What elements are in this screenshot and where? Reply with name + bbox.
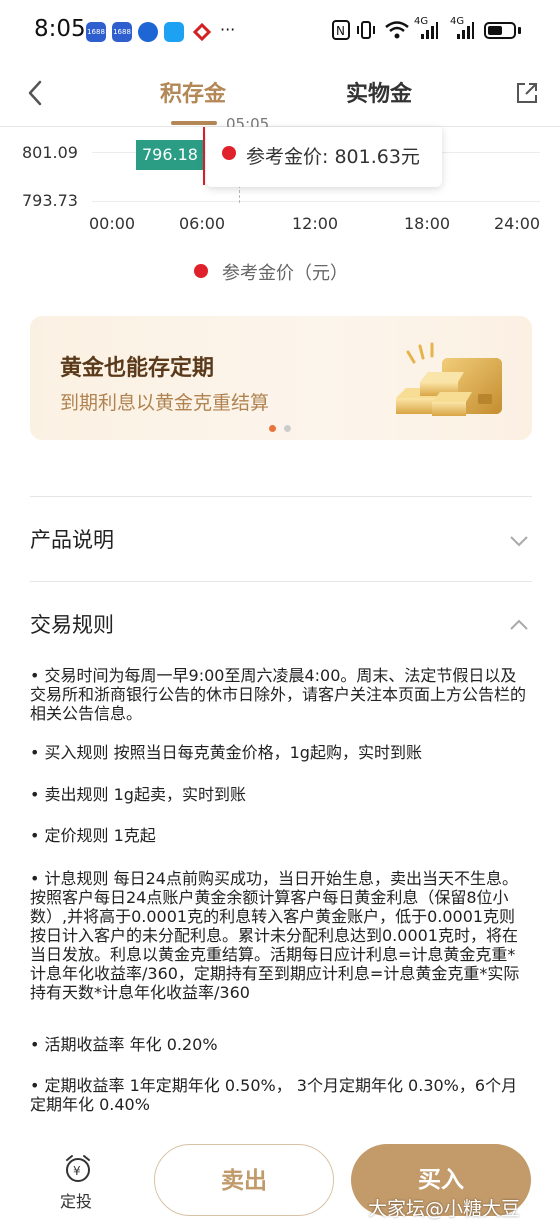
- battery-icon: [484, 22, 516, 39]
- app-chat-icon: [164, 22, 184, 42]
- tab-shiwujin[interactable]: 实物金: [346, 76, 412, 108]
- section-title-rules[interactable]: 交易规则: [30, 609, 114, 639]
- app-1688-icon: 1688: [86, 22, 106, 42]
- carousel-dot[interactable]: [284, 425, 291, 432]
- carousel-dot-active[interactable]: [269, 425, 276, 432]
- x-tick-label: 18:00: [404, 214, 451, 233]
- y-tick-label: 801.09: [22, 143, 78, 162]
- legend-label: 参考金价（元）: [222, 263, 348, 284]
- tooltip-marker-dot: [222, 146, 236, 160]
- back-icon[interactable]: [24, 78, 48, 108]
- y-tick-label: 793.73: [22, 191, 78, 210]
- app-circle-icon: [138, 22, 158, 42]
- banner-title: 黄金也能存定期: [60, 356, 215, 381]
- vibrate-icon: [356, 20, 376, 40]
- nfc-icon: N: [332, 20, 350, 40]
- chevron-up-icon[interactable]: [508, 617, 530, 631]
- current-price-tag: 796.18: [136, 140, 204, 170]
- share-icon[interactable]: [515, 81, 539, 105]
- section-divider: [30, 496, 532, 497]
- top-nav: [0, 64, 560, 126]
- tooltip-price: 参考金价: 801.63元: [246, 146, 420, 168]
- rule-buy: • 买入规则 按照当日每克黄金价格，1g起购，实时到账: [30, 743, 422, 762]
- x-tick-label: 24:00: [494, 214, 541, 233]
- tab-jicunjin[interactable]: 积存金: [160, 76, 226, 108]
- app-bank-icon: [192, 22, 212, 42]
- rule-trading-hours: • 交易时间为每周一早9:00至周六凌晨4:00。周末、法定节假日以及交易所和浙…: [30, 666, 527, 723]
- section-divider: [30, 581, 532, 582]
- rule-pricing: • 定价规则 1克起: [30, 826, 156, 845]
- rule-interest: • 计息规则 每日24点前购买成功，当日开始生息，卖出当天不生息。按照客户每日2…: [30, 869, 520, 1002]
- battery-tip: [518, 27, 521, 34]
- x-tick-label: 06:00: [179, 214, 226, 233]
- gold-bar-card-icon: [386, 338, 506, 422]
- chevron-down-icon[interactable]: [508, 533, 530, 547]
- legend-marker: [194, 264, 208, 278]
- rule-sell: • 卖出规则 1g起卖，实时到账: [30, 785, 246, 804]
- chart-crosshair-vertical: [239, 185, 240, 203]
- alarm-clock-yen-icon[interactable]: ¥: [62, 1154, 94, 1184]
- section-title-product[interactable]: 产品说明: [30, 524, 114, 554]
- signal-icon: [456, 20, 474, 40]
- status-time: 8:05: [34, 16, 86, 42]
- battery-level: [488, 26, 502, 35]
- wifi-icon: [384, 20, 410, 40]
- rule-demand-rate: • 活期收益率 年化 0.20%: [30, 1035, 218, 1054]
- dingtou-label[interactable]: 定投: [60, 1188, 92, 1212]
- x-tick-label: 00:00: [89, 214, 136, 233]
- svg-text:¥: ¥: [73, 1164, 81, 1178]
- gridline: [92, 201, 540, 202]
- banner-subtitle: 到期利息以黄金克重结算: [60, 392, 270, 414]
- chart-cursor-line: [203, 127, 205, 185]
- rule-fixed-rate: • 定期收益率 1年定期年化 0.50%， 3个月定期年化 0.30%，6个月定…: [30, 1076, 518, 1114]
- signal-icon: [420, 20, 438, 40]
- svg-text:N: N: [336, 24, 345, 38]
- sell-button[interactable]: 卖出: [154, 1144, 334, 1216]
- x-tick-label: 12:00: [292, 214, 339, 233]
- more-notifications-icon: ···: [220, 20, 236, 39]
- watermark: 大家坛@小糖大豆: [368, 1198, 521, 1220]
- app-1688-icon: 1688: [112, 22, 132, 42]
- tab-active-indicator: [171, 121, 217, 125]
